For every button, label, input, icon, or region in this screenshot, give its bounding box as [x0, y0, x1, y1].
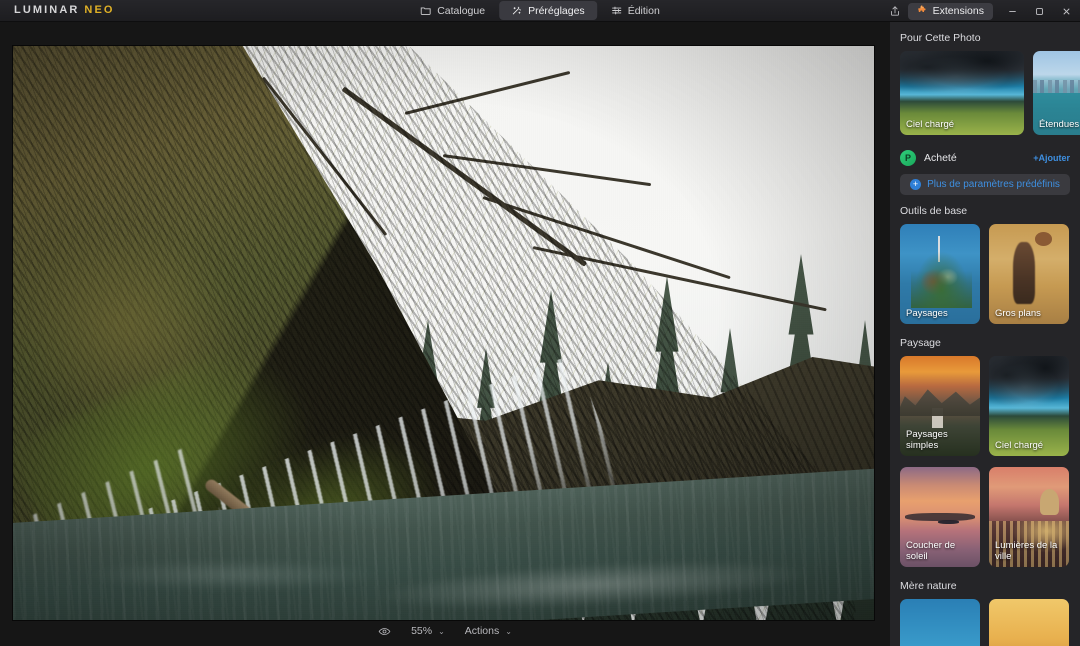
section-title-pour-cette-photo: Pour Cette Photo	[900, 32, 981, 44]
photo-river-shimmer	[81, 560, 384, 590]
preset-card-paysages-simples[interactable]: Paysages simples	[900, 356, 980, 456]
folder-icon	[420, 5, 431, 16]
close-icon[interactable]	[1053, 0, 1080, 22]
sliders-icon	[611, 5, 622, 16]
purchased-row: P Acheté +Ajouter	[890, 137, 1080, 166]
canvas-area: 55% ⌄ Actions ⌄	[0, 22, 890, 646]
zoom-level-control[interactable]: 55% ⌄	[411, 625, 445, 637]
preset-card-mere-nature-2[interactable]	[989, 599, 1069, 646]
preset-card-label: Étendues ac	[1039, 119, 1080, 130]
purchased-badge-icon: P	[900, 150, 916, 166]
preset-card-gros-plans[interactable]: Gros plans	[989, 224, 1069, 324]
presets-sidebar[interactable]: Pour Cette Photo Ciel chargé Étendues ac…	[890, 22, 1080, 646]
edited-photo	[13, 46, 874, 620]
preset-grid-paysage-row1: Paysages simples Ciel chargé	[890, 356, 1080, 456]
preset-grid-pour-cette-photo: Ciel chargé Étendues ac	[890, 51, 1080, 135]
preset-grid-mere-nature	[890, 599, 1080, 646]
photo-viewer[interactable]	[13, 46, 874, 620]
section-title-mere-nature: Mère nature	[900, 580, 957, 592]
section-title-paysage: Paysage	[900, 337, 941, 349]
nav-tab-edition-label: Édition	[627, 4, 660, 17]
preset-card-mere-nature-1[interactable]	[900, 599, 980, 646]
app-logo: LUMINAR NEO	[14, 4, 115, 16]
luminar-neo-window: LUMINAR NEO Catalogue Préréglages Éditio…	[0, 0, 1080, 646]
nav-tab-preregrages[interactable]: Préréglages	[499, 1, 597, 20]
preset-card-lumieres-de-la-ville[interactable]: Lumières de la ville	[989, 467, 1069, 567]
extensions-label: Extensions	[932, 5, 984, 17]
preset-thumbnail-image	[989, 599, 1069, 646]
preset-card-label: Ciel chargé	[906, 119, 955, 130]
nav-tab-edition[interactable]: Édition	[599, 1, 672, 20]
preset-grid-outils-de-base: Paysages Gros plans	[890, 224, 1080, 324]
preset-card-paysages[interactable]: Paysages	[900, 224, 980, 324]
section-title-outils-de-base: Outils de base	[900, 205, 968, 217]
nav-tab-catalogue-label: Catalogue	[437, 4, 486, 17]
purchased-label: Acheté	[924, 152, 957, 164]
preset-card-etendues[interactable]: Étendues ac	[1033, 51, 1080, 135]
main-nav: Catalogue Préréglages Édition	[408, 1, 672, 20]
extensions-button[interactable]: Extensions	[907, 2, 993, 20]
preset-grid-paysage-row2: Coucher de soleil Lumières de la ville	[890, 467, 1080, 567]
purchased-badge-glyph: P	[904, 153, 911, 163]
title-bar: LUMINAR NEO Catalogue Préréglages Éditio…	[0, 0, 1080, 22]
preset-card-label: Paysages simples	[906, 429, 948, 451]
canvas-bottom-toolbar: 55% ⌄ Actions ⌄	[0, 616, 890, 646]
nav-tab-catalogue[interactable]: Catalogue	[408, 1, 497, 20]
actions-menu[interactable]: Actions ⌄	[465, 625, 512, 637]
wand-sparkle-icon	[511, 5, 522, 16]
window-right-controls: Extensions	[882, 0, 1080, 22]
preset-card-ciel-charge[interactable]: Ciel chargé	[900, 51, 1024, 135]
preset-thumbnail-image	[900, 599, 980, 646]
more-presets-button[interactable]: + Plus de paramètres prédéfinis	[900, 174, 1070, 195]
actions-label: Actions	[464, 625, 500, 637]
preset-card-coucher-de-soleil[interactable]: Coucher de soleil	[900, 467, 980, 567]
brand-secondary: NEO	[84, 4, 115, 16]
maximize-icon[interactable]	[1026, 0, 1053, 22]
more-presets-label: Plus de paramètres prédéfinis	[927, 179, 1060, 190]
share-icon[interactable]	[882, 0, 908, 22]
plus-circle-icon: +	[910, 179, 922, 190]
add-presets-link[interactable]: +Ajouter	[1033, 153, 1070, 163]
preset-card-label: Lumières de la ville	[995, 540, 1058, 562]
minimize-icon[interactable]	[999, 0, 1026, 22]
chevron-down-icon: ⌄	[505, 626, 512, 636]
eye-compare-icon	[378, 625, 391, 638]
zoom-level-value: 55%	[411, 625, 433, 637]
preset-card-label: Paysages	[906, 308, 948, 319]
compare-toggle[interactable]	[378, 625, 391, 638]
preset-card-label: Coucher de soleil	[906, 540, 956, 562]
plus-glyph: +	[912, 179, 919, 189]
puzzle-extension-icon	[917, 4, 928, 18]
chevron-down-icon: ⌄	[438, 626, 445, 636]
brand-primary: LUMINAR	[14, 4, 80, 16]
preset-card-label: Gros plans	[995, 308, 1041, 319]
nav-tab-preregrages-label: Préréglages	[528, 4, 585, 17]
preset-card-label: Ciel chargé	[995, 440, 1044, 451]
preset-card-ciel-charge-2[interactable]: Ciel chargé	[989, 356, 1069, 456]
